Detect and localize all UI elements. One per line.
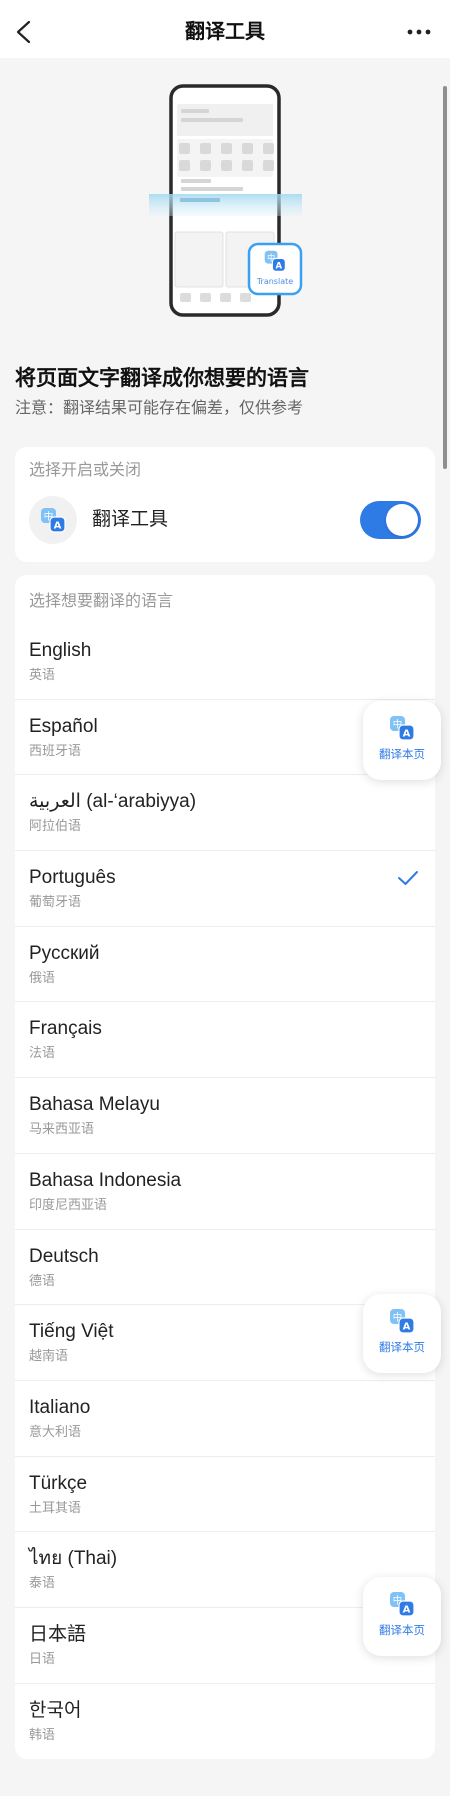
language-option[interactable]: Français 法语 xyxy=(15,1002,435,1079)
translate-icon-glyph-a: A xyxy=(403,1605,411,1616)
language-chinese-name: 韩语 xyxy=(29,1726,56,1742)
phone-screen-placeholder-content xyxy=(174,104,275,302)
translate-icon-glyph-a: A xyxy=(403,1322,411,1333)
language-name: Bahasa Indonesia xyxy=(29,1169,182,1191)
language-chinese-name: 德语 xyxy=(29,1272,56,1288)
language-option[interactable]: 한국어 韩语 xyxy=(15,1684,435,1760)
translate-page-button[interactable]: 中 A 翻译本页 xyxy=(363,1294,441,1373)
language-card-label: 选择想要翻译的语言 xyxy=(29,593,174,610)
language-chinese-name: 法语 xyxy=(29,1045,56,1061)
language-name: Русский xyxy=(29,942,100,964)
language-option[interactable]: Italiano 意大利语 xyxy=(15,1381,435,1457)
checkmark-icon xyxy=(398,871,418,886)
translate-page-button[interactable]: 中 A 翻译本页 xyxy=(363,1577,441,1656)
translate-page-label: 翻译本页 xyxy=(379,1625,425,1637)
language-option[interactable]: Deutsch 德语 xyxy=(15,1230,435,1306)
translate-badge-label: Translate xyxy=(256,277,293,286)
language-option[interactable]: Русский 俄语 xyxy=(15,927,435,1003)
language-option[interactable]: العربية (al-‘arabiyya) 阿拉伯语 xyxy=(15,775,435,852)
language-name: English xyxy=(29,640,92,661)
language-chinese-name: 英语 xyxy=(29,667,56,682)
translate-page-button[interactable]: 中 A 翻译本页 xyxy=(363,701,441,780)
language-name: Deutsch xyxy=(29,1245,99,1267)
intro-title: 将页面文字翻译成你想要的语言 xyxy=(15,367,309,390)
translate-icon: 中 A xyxy=(390,1309,415,1334)
translate-page-label: 翻译本页 xyxy=(379,749,425,761)
language-chinese-name: 阿拉伯语 xyxy=(29,818,82,834)
language-name: Français xyxy=(29,1018,102,1040)
translate-icon-glyph-a: A xyxy=(403,729,411,740)
chevron-left-icon xyxy=(16,20,31,44)
back-button[interactable] xyxy=(8,14,42,50)
language-name: 한국어 xyxy=(29,1699,82,1721)
toggle-knob xyxy=(386,504,418,536)
language-chinese-name: 意大利语 xyxy=(29,1423,82,1439)
language-option[interactable]: Bahasa Indonesia 印度尼西亚语 xyxy=(15,1154,435,1230)
translate-icon-glyph-zh: 中 xyxy=(267,252,275,262)
translate-icon: 中 A xyxy=(390,716,415,741)
tool-name: 翻译工具 xyxy=(92,509,169,530)
phone-frame xyxy=(169,84,281,317)
toggle-card-label: 选择开启或关闭 xyxy=(29,462,142,479)
translate-icon: 中 A xyxy=(390,1592,415,1617)
toggle-card: 选择开启或关闭 中 A 翻译工具 xyxy=(15,447,435,562)
translate-icon-glyph-a: A xyxy=(54,521,62,532)
language-chinese-name: 土耳其语 xyxy=(29,1499,82,1515)
more-horizontal-icon xyxy=(407,29,431,35)
translate-icon-glyph-a: A xyxy=(276,261,283,271)
language-name: Italiano xyxy=(29,1396,91,1418)
language-chinese-name: 葡萄牙语 xyxy=(29,894,82,910)
language-option[interactable]: Português 葡萄牙语 xyxy=(15,851,435,927)
scan-highlight-band xyxy=(149,194,302,216)
language-option[interactable]: English 英语 xyxy=(15,624,435,700)
translate-badge: 中 A Translate xyxy=(247,242,303,296)
language-name: العربية (al-‘arabiyya) xyxy=(29,791,197,813)
language-name: ไทย (Thai) xyxy=(29,1548,118,1570)
language-name: Bahasa Melayu xyxy=(29,1094,160,1116)
translate-icon: 中 A xyxy=(264,250,286,272)
page-title: 翻译工具 xyxy=(185,21,265,43)
language-chinese-name: 俄语 xyxy=(29,969,56,985)
more-options-button[interactable] xyxy=(400,16,438,48)
language-chinese-name: 印度尼西亚语 xyxy=(29,1196,108,1212)
intro-note: 注意：翻译结果可能存在偏差，仅供参考 xyxy=(15,400,304,417)
language-name: Português xyxy=(29,867,116,889)
language-option[interactable]: Bahasa Melayu 马来西亚语 xyxy=(15,1078,435,1154)
language-name: Türkçe xyxy=(29,1472,88,1494)
language-chinese-name: 马来西亚语 xyxy=(29,1121,95,1137)
top-navigation-bar: 翻译工具 xyxy=(0,0,450,58)
translate-icon: 中 A xyxy=(41,508,66,533)
translate-page-label: 翻译本页 xyxy=(379,1342,425,1354)
translate-toggle[interactable] xyxy=(360,501,421,539)
tool-icon-avatar: 中 A xyxy=(29,496,77,544)
language-option[interactable]: Türkçe 土耳其语 xyxy=(15,1457,435,1533)
scrollbar[interactable] xyxy=(443,86,447,469)
